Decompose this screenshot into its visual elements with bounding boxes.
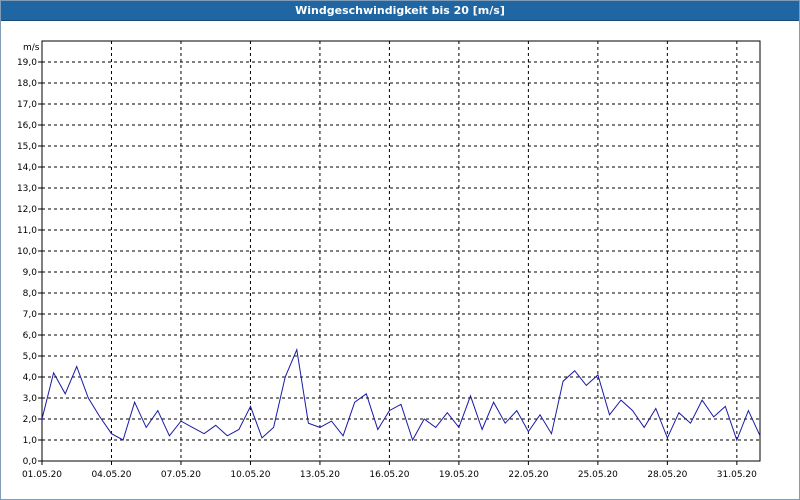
chart-area: 0,0 1,0 2,0 3,0 4,0 5,0 6,0 7,0 8,0 9,0 10,0 11,0 12…: [17, 40, 761, 480]
y-tick-label: 7,0: [23, 310, 38, 320]
plot-area: [41, 40, 761, 462]
x-tick-label: 19.05.20: [439, 470, 479, 480]
y-tick-label: 17,0: [17, 100, 37, 110]
y-tick-label: 10,0: [17, 247, 37, 257]
x-tick-label: 01.05.20: [22, 470, 62, 480]
y-tick-label: 5,0: [23, 352, 38, 362]
y-tick-label: 4,0: [23, 373, 38, 383]
x-axis: 01.05.20 04.05.20 07.05.20 10.05.20 13.05.20…: [22, 461, 757, 480]
x-tick-label: 31.05.20: [717, 470, 757, 480]
y-tick-label: 13,0: [17, 184, 37, 194]
y-tick-label: 0,0: [23, 457, 38, 467]
chart-window: Windgeschwindigkeit bis 20 [m/s] 0,0 1,0 2…: [0, 0, 800, 500]
y-tick-label: 8,0: [23, 289, 38, 299]
y-tick-label: 2,0: [23, 415, 38, 425]
x-tick-label: 22.05.20: [508, 470, 548, 480]
y-tick-label: 11,0: [17, 226, 37, 236]
y-axis-label: m/s: [23, 43, 40, 53]
x-tick-label: 10.05.20: [230, 470, 270, 480]
y-axis: 0,0 1,0 2,0 3,0 4,0 5,0 6,0 7,0 8,0 9,0 10,0 11,0 12…: [17, 58, 42, 467]
y-tick-label: 15,0: [17, 142, 37, 152]
y-tick-label: 14,0: [17, 163, 37, 173]
y-tick-label: 3,0: [23, 394, 38, 404]
y-tick-label: 1,0: [23, 436, 38, 446]
y-tick-label: 6,0: [23, 331, 38, 341]
x-tick-label: 25.05.20: [578, 470, 618, 480]
y-tick-label: 9,0: [23, 268, 38, 278]
y-tick-label: 19,0: [17, 58, 37, 68]
x-tick-label: 07.05.20: [161, 470, 201, 480]
x-tick-label: 04.05.20: [91, 470, 131, 480]
x-tick-label: 16.05.20: [369, 470, 409, 480]
x-tick-label: 13.05.20: [300, 470, 340, 480]
x-tick-label: 28.05.20: [647, 470, 687, 480]
y-tick-label: 18,0: [17, 79, 37, 89]
y-tick-label: 12,0: [17, 205, 37, 215]
y-tick-label: 16,0: [17, 121, 37, 131]
